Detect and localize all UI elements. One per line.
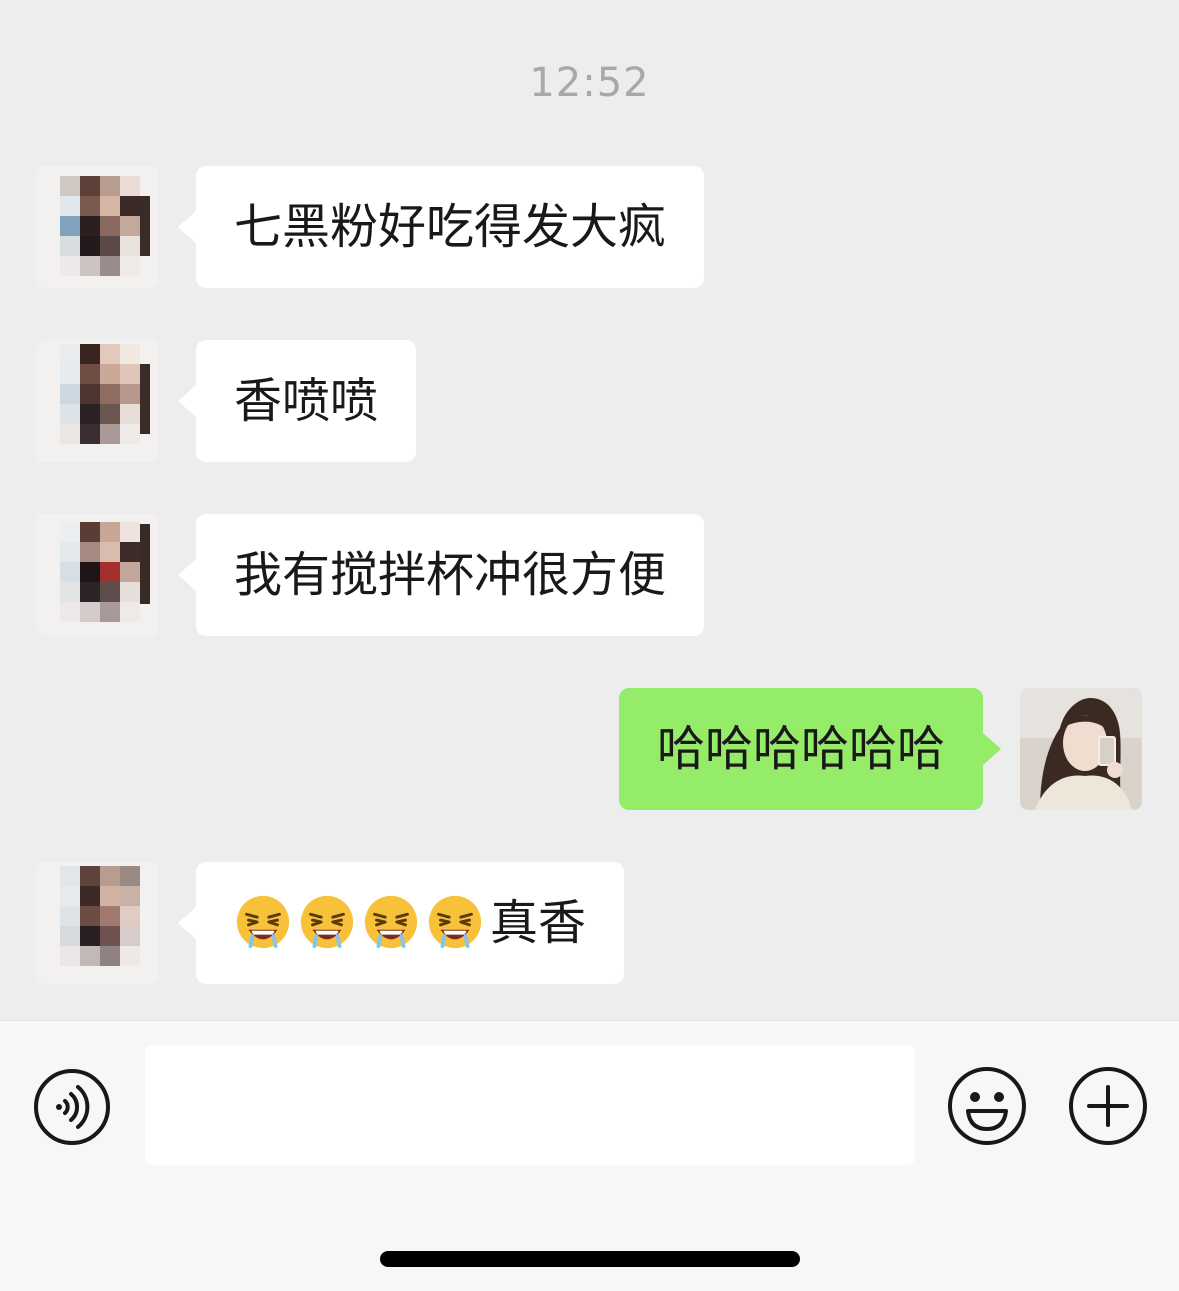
pixelated-avatar-image bbox=[36, 340, 158, 462]
profile-photo bbox=[1020, 688, 1142, 810]
contact-avatar[interactable] bbox=[36, 514, 158, 636]
voice-icon[interactable] bbox=[32, 1067, 112, 1147]
drooling-face-emoji-icon bbox=[236, 895, 290, 949]
message-text: 真香 bbox=[490, 895, 587, 951]
pixelated-avatar-image bbox=[36, 166, 158, 288]
incoming-message-bubble[interactable]: 香喷喷 bbox=[177, 340, 417, 462]
pixelated-avatar-image bbox=[36, 514, 158, 636]
message-row: 哈哈哈哈哈哈 bbox=[0, 688, 1179, 812]
contact-avatar[interactable] bbox=[36, 340, 158, 462]
drooling-face-emoji-icon bbox=[428, 895, 482, 949]
my-avatar[interactable] bbox=[1020, 688, 1142, 810]
contact-avatar[interactable] bbox=[36, 166, 158, 288]
home-indicator[interactable] bbox=[380, 1251, 800, 1267]
incoming-message-bubble[interactable]: 真香 bbox=[177, 862, 625, 984]
outgoing-message-bubble[interactable]: 哈哈哈哈哈哈 bbox=[618, 688, 1002, 810]
chat-timestamp: 12:52 bbox=[529, 60, 650, 106]
drooling-face-emoji-icon bbox=[300, 895, 354, 949]
message-input[interactable] bbox=[145, 1045, 915, 1165]
incoming-message-bubble[interactable]: 七黑粉好吃得发大疯 bbox=[177, 166, 705, 288]
contact-avatar[interactable] bbox=[36, 862, 158, 984]
plus-icon[interactable] bbox=[1067, 1065, 1149, 1147]
message-row: 七黑粉好吃得发大疯 bbox=[0, 166, 1179, 290]
incoming-message-bubble[interactable]: 我有搅拌杯冲很方便 bbox=[177, 514, 705, 636]
message-row: 真香 bbox=[0, 862, 1179, 986]
emoji-icon[interactable] bbox=[946, 1065, 1028, 1147]
drooling-face-emoji-icon bbox=[364, 895, 418, 949]
message-row: 香喷喷 bbox=[0, 340, 1179, 464]
message-row: 我有搅拌杯冲很方便 bbox=[0, 514, 1179, 638]
chat-input-bar bbox=[0, 1020, 1179, 1291]
pixelated-avatar-image bbox=[36, 862, 158, 984]
